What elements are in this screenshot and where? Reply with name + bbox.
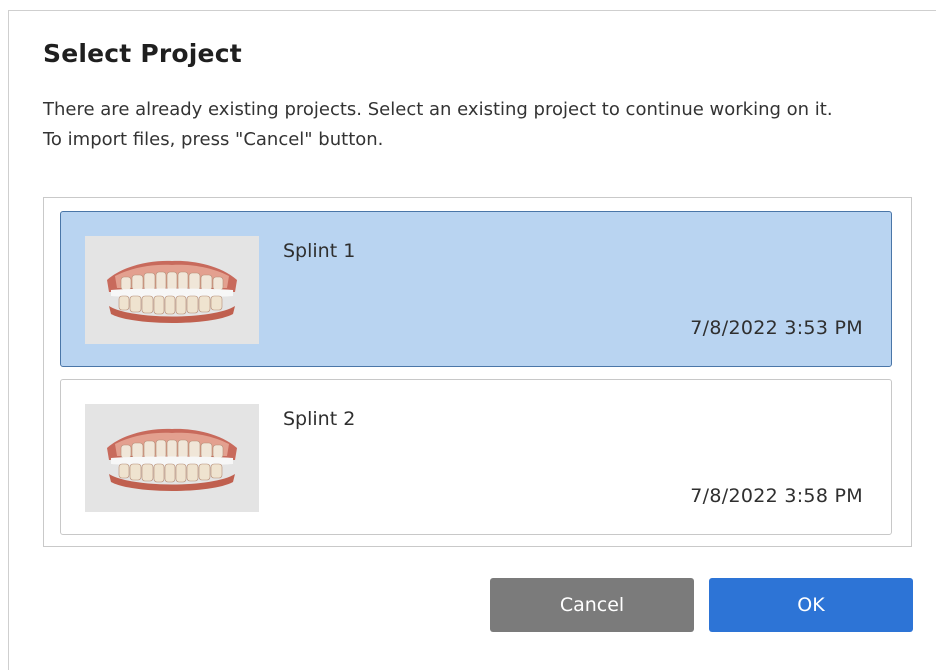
dialog-description: There are already existing projects. Sel…: [43, 95, 903, 155]
description-line-2: To import files, press "Cancel" button.: [43, 129, 384, 150]
project-list: Splint 1 7/8/2022 3:53 PM Splint 2 7/8/2…: [43, 197, 912, 547]
dental-model-icon: [107, 260, 237, 323]
project-name: Splint 1: [283, 240, 356, 262]
description-line-1: There are already existing projects. Sel…: [43, 99, 833, 120]
project-thumbnail: [85, 236, 259, 344]
project-item-splint-2[interactable]: Splint 2 7/8/2022 3:58 PM: [60, 379, 892, 535]
dental-model-icon: [107, 428, 237, 491]
select-project-dialog: Select Project There are already existin…: [8, 10, 936, 670]
project-name: Splint 2: [283, 408, 356, 430]
ok-button[interactable]: OK: [709, 578, 913, 632]
project-date: 7/8/2022 3:58 PM: [690, 485, 863, 507]
cancel-button[interactable]: Cancel: [490, 578, 694, 632]
project-date: 7/8/2022 3:53 PM: [690, 317, 863, 339]
dialog-title: Select Project: [43, 39, 242, 68]
project-item-splint-1[interactable]: Splint 1 7/8/2022 3:53 PM: [60, 211, 892, 367]
project-thumbnail: [85, 404, 259, 512]
